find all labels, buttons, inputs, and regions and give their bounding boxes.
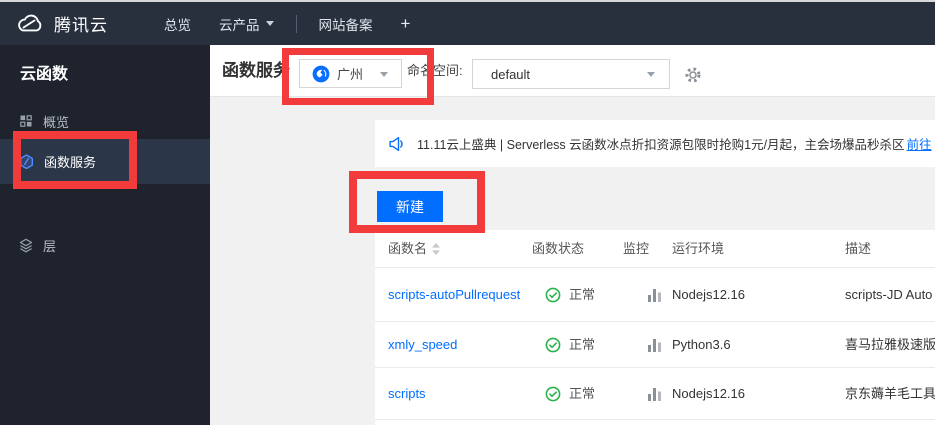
chevron-down-icon <box>380 72 388 77</box>
chevron-down-icon <box>647 72 655 77</box>
gear-icon[interactable] <box>684 66 702 84</box>
page-title: 函数服务 <box>222 61 290 80</box>
status-text: 正常 <box>569 287 596 302</box>
page-header: 函数服务 广州 命名空间: default <box>210 45 935 97</box>
chevron-down-icon <box>265 21 274 26</box>
status-ok-icon <box>545 287 561 306</box>
sidebar-item-function-service[interactable]: 函数服务 <box>0 139 210 184</box>
nav-overview[interactable]: 总览 <box>164 14 191 34</box>
status-ok-icon <box>545 386 561 405</box>
scf-hexagon-icon <box>19 154 34 169</box>
status-ok-icon <box>545 337 561 356</box>
promo-text: 11.11云上盛典 | Serverless 云函数冰点折扣资源包限时抢购1元/… <box>417 138 905 152</box>
tencent-cloud-console: 腾讯云 总览 云产品 网站备案 + 云函数 概览 函数服务 层 函数服务 广州 … <box>0 0 935 425</box>
description-text: scripts-JD Auto P <box>845 287 935 302</box>
table-row: xmly_speed 正常 Python3.6 喜马拉雅极速版刷 <box>375 322 935 368</box>
column-header-monitor: 监控 <box>623 241 650 256</box>
column-header-description: 描述 <box>845 241 872 256</box>
topbar-nav: 总览 云产品 网站备案 + <box>150 14 424 34</box>
speaker-icon <box>388 136 405 152</box>
table-row: scripts 正常 Nodejs12.16 京东薅羊毛工具 <box>375 368 935 420</box>
nav-cloud-products-label: 云产品 <box>219 17 260 33</box>
nav-icp-filing[interactable]: 网站备案 <box>319 14 373 34</box>
description-text: 京东薅羊毛工具 <box>845 386 935 401</box>
brand-name: 腾讯云 <box>54 16 108 35</box>
column-header-name: 函数名 <box>388 241 428 256</box>
sidebar-item-label: 概览 <box>43 114 70 130</box>
function-table: 函数名 函数状态 监控 运行环境 描述 scripts-autoPullrequ… <box>375 230 935 425</box>
namespace-value: default <box>491 66 531 82</box>
nav-divider <box>295 14 297 33</box>
namespace-selector[interactable]: default <box>472 59 670 89</box>
topbar: 腾讯云 总览 云产品 网站备案 + <box>0 2 935 45</box>
create-button[interactable]: 新建 <box>377 191 443 222</box>
table-row: scripts-autoPullrequest 正常 Nodejs12.16 s… <box>375 268 935 322</box>
promo-go-link[interactable]: 前往 <box>907 134 932 153</box>
column-header-status: 函数状态 <box>532 241 585 256</box>
monitor-chart-icon[interactable] <box>648 338 661 355</box>
sort-icon[interactable] <box>432 243 440 255</box>
brand-logo[interactable]: 腾讯云 <box>14 11 108 36</box>
cloud-logo-icon <box>14 12 46 36</box>
status-text: 正常 <box>569 386 596 401</box>
promo-banner: 11.11云上盛典 | Serverless 云函数冰点折扣资源包限时抢购1元/… <box>375 120 935 167</box>
monitor-chart-icon[interactable] <box>648 288 661 305</box>
sidebar-item-overview[interactable]: 概览 <box>0 105 210 137</box>
region-selector[interactable]: 广州 <box>299 59 402 88</box>
table-header-row: 函数名 函数状态 监控 运行环境 描述 <box>375 230 935 268</box>
function-name-link[interactable]: xmly_speed <box>388 322 457 368</box>
sidebar-title: 云函数 <box>20 66 69 83</box>
sidebar-item-label: 函数服务 <box>44 155 97 170</box>
grid-icon <box>19 114 33 128</box>
function-name-link[interactable]: scripts-autoPullrequest <box>388 268 520 322</box>
runtime-text: Nodejs12.16 <box>672 386 745 401</box>
function-name-link[interactable]: scripts <box>388 368 426 420</box>
globe-icon <box>312 65 330 83</box>
namespace-label: 命名空间: <box>407 63 463 78</box>
description-text: 喜马拉雅极速版刷 <box>845 337 935 352</box>
nav-cloud-products[interactable]: 云产品 <box>219 14 274 34</box>
region-value: 广州 <box>337 67 364 82</box>
monitor-chart-icon[interactable] <box>648 387 661 404</box>
sidebar: 云函数 概览 函数服务 层 <box>0 45 210 425</box>
column-header-runtime: 运行环境 <box>672 241 725 256</box>
sidebar-item-layers[interactable]: 层 <box>0 229 210 261</box>
status-text: 正常 <box>569 337 596 352</box>
add-tab-button[interactable]: + <box>401 14 411 34</box>
layers-icon <box>19 238 33 253</box>
runtime-text: Nodejs12.16 <box>672 287 745 302</box>
runtime-text: Python3.6 <box>672 337 731 352</box>
sidebar-item-label: 层 <box>43 238 57 254</box>
